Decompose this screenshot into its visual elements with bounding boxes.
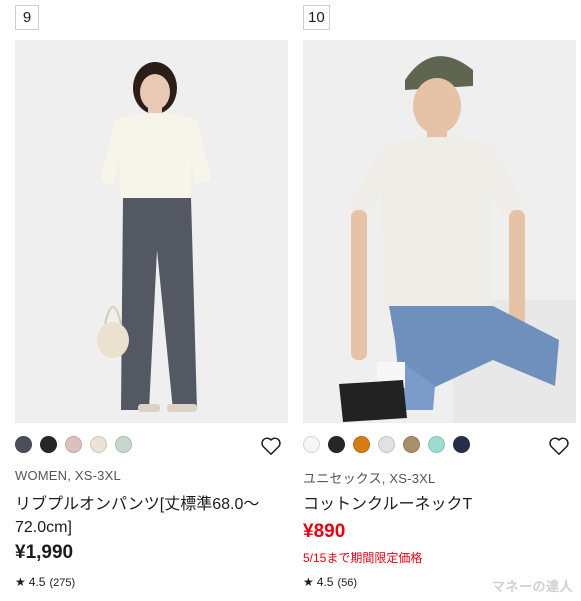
color-swatch[interactable] — [403, 436, 420, 453]
color-swatch[interactable] — [90, 436, 107, 453]
star-icon: ★ — [15, 575, 26, 589]
product-name[interactable]: リブプルオンパンツ[丈標準68.0〜72.0cm] — [15, 493, 277, 539]
color-swatch[interactable] — [115, 436, 132, 453]
color-swatches — [303, 436, 478, 456]
color-swatch[interactable] — [65, 436, 82, 453]
product-name[interactable]: コットンクルーネックT — [303, 493, 565, 516]
review-count[interactable]: (56) — [337, 577, 357, 589]
rating-value: 4.5 — [28, 575, 46, 589]
color-swatch[interactable] — [15, 436, 32, 453]
color-swatch[interactable] — [378, 436, 395, 453]
product-price: ¥1,990 — [15, 542, 74, 563]
rank-badge: 9 — [15, 5, 39, 30]
product-meta: WOMEN, XS-3XL — [15, 468, 121, 483]
product-image[interactable] — [15, 40, 288, 423]
heart-outline-icon[interactable] — [260, 435, 282, 457]
heart-outline-icon[interactable] — [548, 435, 570, 457]
watermark-logo: マネーの達人 — [491, 579, 573, 594]
color-swatch[interactable] — [303, 436, 320, 453]
product-rating: ★ 4.5 (275) — [15, 575, 75, 589]
product-rating: ★ 4.5 (56) — [303, 575, 357, 589]
product-image[interactable] — [303, 40, 576, 423]
color-swatch[interactable] — [328, 436, 345, 453]
color-swatches — [15, 436, 140, 456]
product-price: ¥890 — [303, 521, 346, 542]
product-meta: ユニセックス, XS-3XL — [303, 471, 436, 486]
review-count[interactable]: (275) — [49, 577, 75, 589]
color-swatch[interactable] — [40, 436, 57, 453]
star-icon: ★ — [303, 575, 314, 589]
color-swatch[interactable] — [353, 436, 370, 453]
color-swatch[interactable] — [428, 436, 445, 453]
promo-text: 5/15まで期間限定価格 — [303, 551, 423, 565]
rank-badge: 10 — [303, 5, 330, 30]
rating-value: 4.5 — [316, 575, 334, 589]
color-swatch[interactable] — [453, 436, 470, 453]
